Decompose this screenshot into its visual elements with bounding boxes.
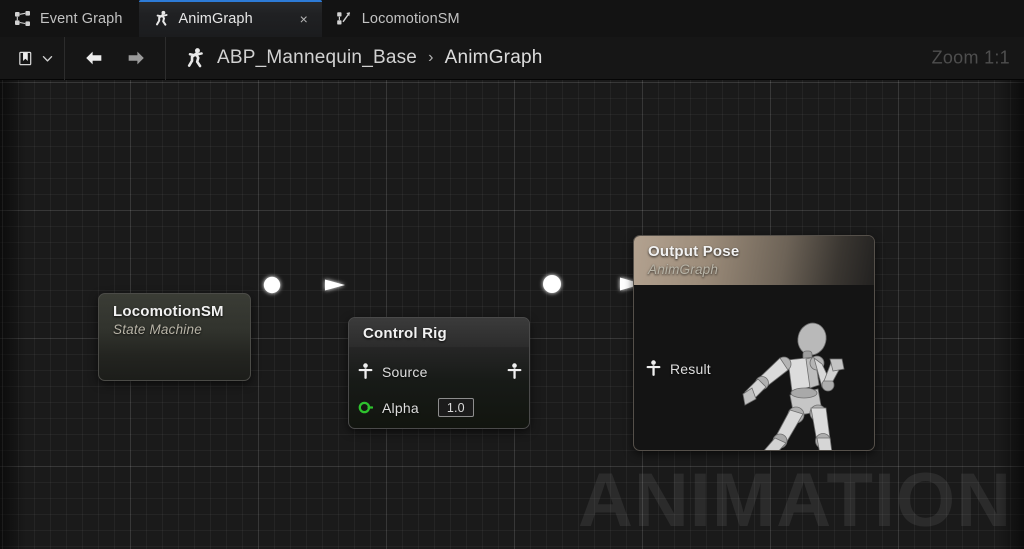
node-title: Control Rig bbox=[363, 325, 517, 343]
anim-graph-icon bbox=[184, 47, 206, 69]
pose-pin-icon[interactable] bbox=[358, 363, 373, 380]
breadcrumb-separator: › bbox=[428, 49, 434, 67]
pose-pin-icon-output[interactable] bbox=[507, 363, 522, 380]
node-subtitle: State Machine bbox=[113, 321, 238, 339]
node-header: Control Rig bbox=[349, 318, 529, 347]
tab-label: AnimGraph bbox=[179, 11, 253, 27]
graph-toolbar: ABP_Mannequin_Base › AnimGraph Zoom 1:1 bbox=[0, 37, 1024, 80]
pin-label: Source bbox=[382, 364, 428, 380]
state-machine-icon bbox=[336, 10, 353, 27]
pin-label: Result bbox=[670, 361, 711, 377]
arrow-left-icon bbox=[83, 47, 105, 69]
pin-row-alpha[interactable]: Alpha 1.0 bbox=[358, 398, 474, 417]
breadcrumb: ABP_Mannequin_Base › AnimGraph bbox=[166, 47, 543, 69]
nav-group bbox=[65, 37, 165, 80]
node-header: Output Pose AnimGraph bbox=[634, 236, 874, 285]
zoom-level: Zoom 1:1 bbox=[932, 48, 1010, 69]
tab-label: Event Graph bbox=[40, 11, 123, 27]
node-locomotion-sm[interactable]: LocomotionSM State Machine bbox=[98, 293, 251, 381]
float-pin-icon[interactable] bbox=[358, 400, 373, 415]
back-button[interactable] bbox=[79, 43, 109, 73]
chevron-down-icon[interactable] bbox=[40, 47, 54, 69]
tab-anim-graph[interactable]: AnimGraph × bbox=[139, 0, 322, 37]
graph-canvas[interactable]: ANIMATION bbox=[0, 80, 1024, 549]
bookmark-group bbox=[0, 37, 64, 80]
node-title: Output Pose bbox=[648, 243, 862, 261]
forward-button[interactable] bbox=[121, 43, 151, 73]
wire-locomotion-to-controlrig bbox=[243, 277, 345, 293]
pin-row-source[interactable]: Source bbox=[358, 363, 428, 380]
anim-graph-icon bbox=[153, 10, 170, 27]
wire-knot bbox=[264, 277, 280, 293]
pose-pin-icon[interactable] bbox=[646, 360, 661, 377]
tab-bar: Event Graph AnimGraph × bbox=[0, 0, 1024, 38]
tab-label: LocomotionSM bbox=[362, 11, 460, 27]
node-subtitle: AnimGraph bbox=[648, 261, 862, 279]
close-icon[interactable]: × bbox=[296, 11, 312, 27]
wire-controlrig-to-outputpose bbox=[520, 275, 642, 293]
arrow-right-icon bbox=[125, 47, 147, 69]
breadcrumb-item-graph[interactable]: AnimGraph bbox=[445, 47, 543, 69]
bookmark-button[interactable] bbox=[10, 43, 40, 73]
anim-graph-editor: Event Graph AnimGraph × bbox=[0, 0, 1024, 549]
event-graph-icon bbox=[14, 10, 31, 27]
graph-watermark: ANIMATION bbox=[578, 465, 1012, 537]
node-control-rig[interactable]: Control Rig Source bbox=[348, 317, 530, 429]
alpha-value-input[interactable]: 1.0 bbox=[438, 398, 474, 417]
node-output-pose[interactable]: Output Pose AnimGraph Result bbox=[633, 235, 875, 451]
tab-locomotion-sm[interactable]: LocomotionSM bbox=[322, 0, 476, 37]
pin-label: Alpha bbox=[382, 400, 419, 416]
wire-knot bbox=[543, 275, 561, 293]
pin-row-result[interactable]: Result bbox=[646, 360, 711, 377]
breadcrumb-item-asset[interactable]: ABP_Mannequin_Base bbox=[217, 47, 417, 69]
node-title: LocomotionSM bbox=[113, 303, 238, 321]
running-mannequin-preview bbox=[718, 315, 868, 451]
bookmark-icon bbox=[17, 50, 34, 67]
tab-event-graph[interactable]: Event Graph bbox=[0, 0, 139, 37]
node-header: LocomotionSM State Machine bbox=[99, 294, 250, 346]
